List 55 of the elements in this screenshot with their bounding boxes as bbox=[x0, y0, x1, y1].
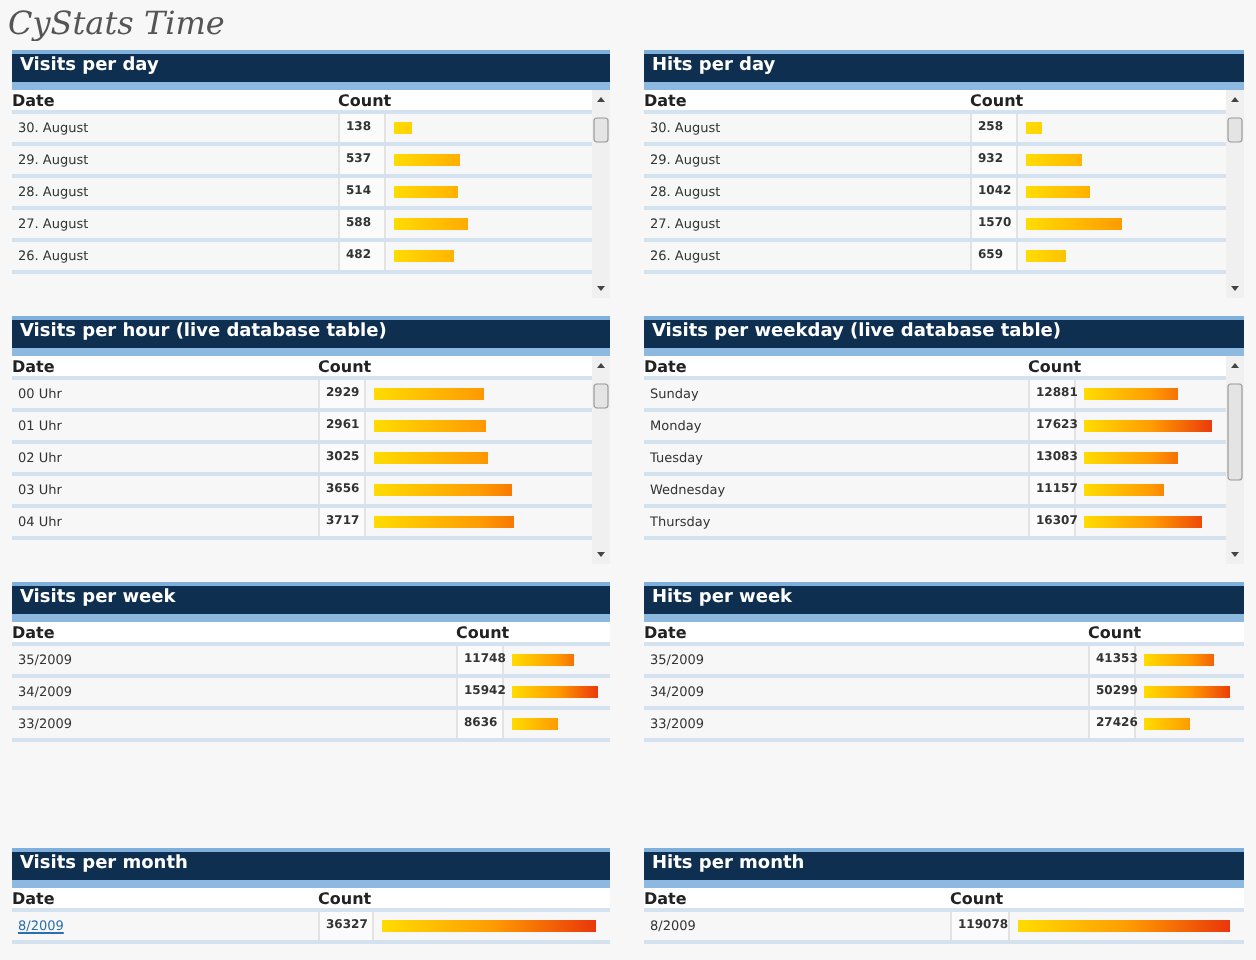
count-bar bbox=[374, 452, 488, 464]
count-bar bbox=[394, 218, 467, 230]
column-header: Count bbox=[318, 888, 374, 912]
count-bar bbox=[1026, 154, 1083, 166]
column-header: Count bbox=[1088, 622, 1136, 646]
count-bar bbox=[1026, 122, 1042, 134]
count-bar bbox=[374, 516, 514, 528]
scrollbar[interactable] bbox=[1226, 356, 1244, 564]
column-header: Date bbox=[644, 90, 689, 114]
count-bar bbox=[1026, 186, 1090, 198]
count-bar bbox=[394, 122, 412, 134]
page-title: CyStats Time bbox=[8, 2, 227, 46]
count-bar bbox=[512, 654, 575, 666]
panel-header: Visits per weekday (live database table) bbox=[644, 316, 1244, 356]
count-bar bbox=[1084, 420, 1212, 432]
column-header: Date bbox=[644, 356, 689, 380]
count-bar bbox=[512, 686, 598, 698]
count-bar bbox=[374, 484, 512, 496]
count-bar bbox=[1084, 388, 1178, 400]
panel-header: Visits per month bbox=[12, 848, 610, 888]
column-header: Date bbox=[644, 888, 689, 912]
panel-header: Hits per month bbox=[644, 848, 1244, 888]
count-bar bbox=[394, 154, 461, 166]
count-bar bbox=[1026, 218, 1122, 230]
scrollbar[interactable] bbox=[592, 356, 610, 564]
column-header: Count bbox=[1028, 356, 1076, 380]
count-bar bbox=[1144, 718, 1191, 730]
column-header: Date bbox=[12, 622, 57, 646]
count-bar bbox=[374, 388, 484, 400]
panel-header: Visits per day bbox=[12, 50, 610, 90]
column-header: Count bbox=[950, 888, 1006, 912]
panel-header: Hits per day bbox=[644, 50, 1244, 90]
scrollbar[interactable] bbox=[592, 90, 610, 298]
panel-header: Hits per week bbox=[644, 582, 1244, 622]
column-header: Count bbox=[338, 90, 386, 114]
count-bar bbox=[1144, 654, 1215, 666]
column-header: Count bbox=[318, 356, 366, 380]
scrollbar[interactable] bbox=[1226, 90, 1244, 298]
column-header: Date bbox=[12, 356, 57, 380]
column-header: Date bbox=[644, 622, 689, 646]
count-bar bbox=[394, 250, 454, 262]
count-bar bbox=[1144, 686, 1230, 698]
count-bar bbox=[394, 186, 458, 198]
count-bar bbox=[1026, 250, 1067, 262]
panel-header: Visits per hour (live database table) bbox=[12, 316, 610, 356]
column-header: Count bbox=[970, 90, 1018, 114]
column-header: Date bbox=[12, 888, 57, 912]
count-bar bbox=[1084, 452, 1179, 464]
count-bar bbox=[512, 718, 559, 730]
column-header: Count bbox=[456, 622, 504, 646]
count-bar bbox=[1084, 484, 1165, 496]
count-bar bbox=[1084, 516, 1202, 528]
count-bar bbox=[374, 420, 486, 432]
panel-header: Visits per week bbox=[12, 582, 610, 622]
column-header: Date bbox=[12, 90, 57, 114]
